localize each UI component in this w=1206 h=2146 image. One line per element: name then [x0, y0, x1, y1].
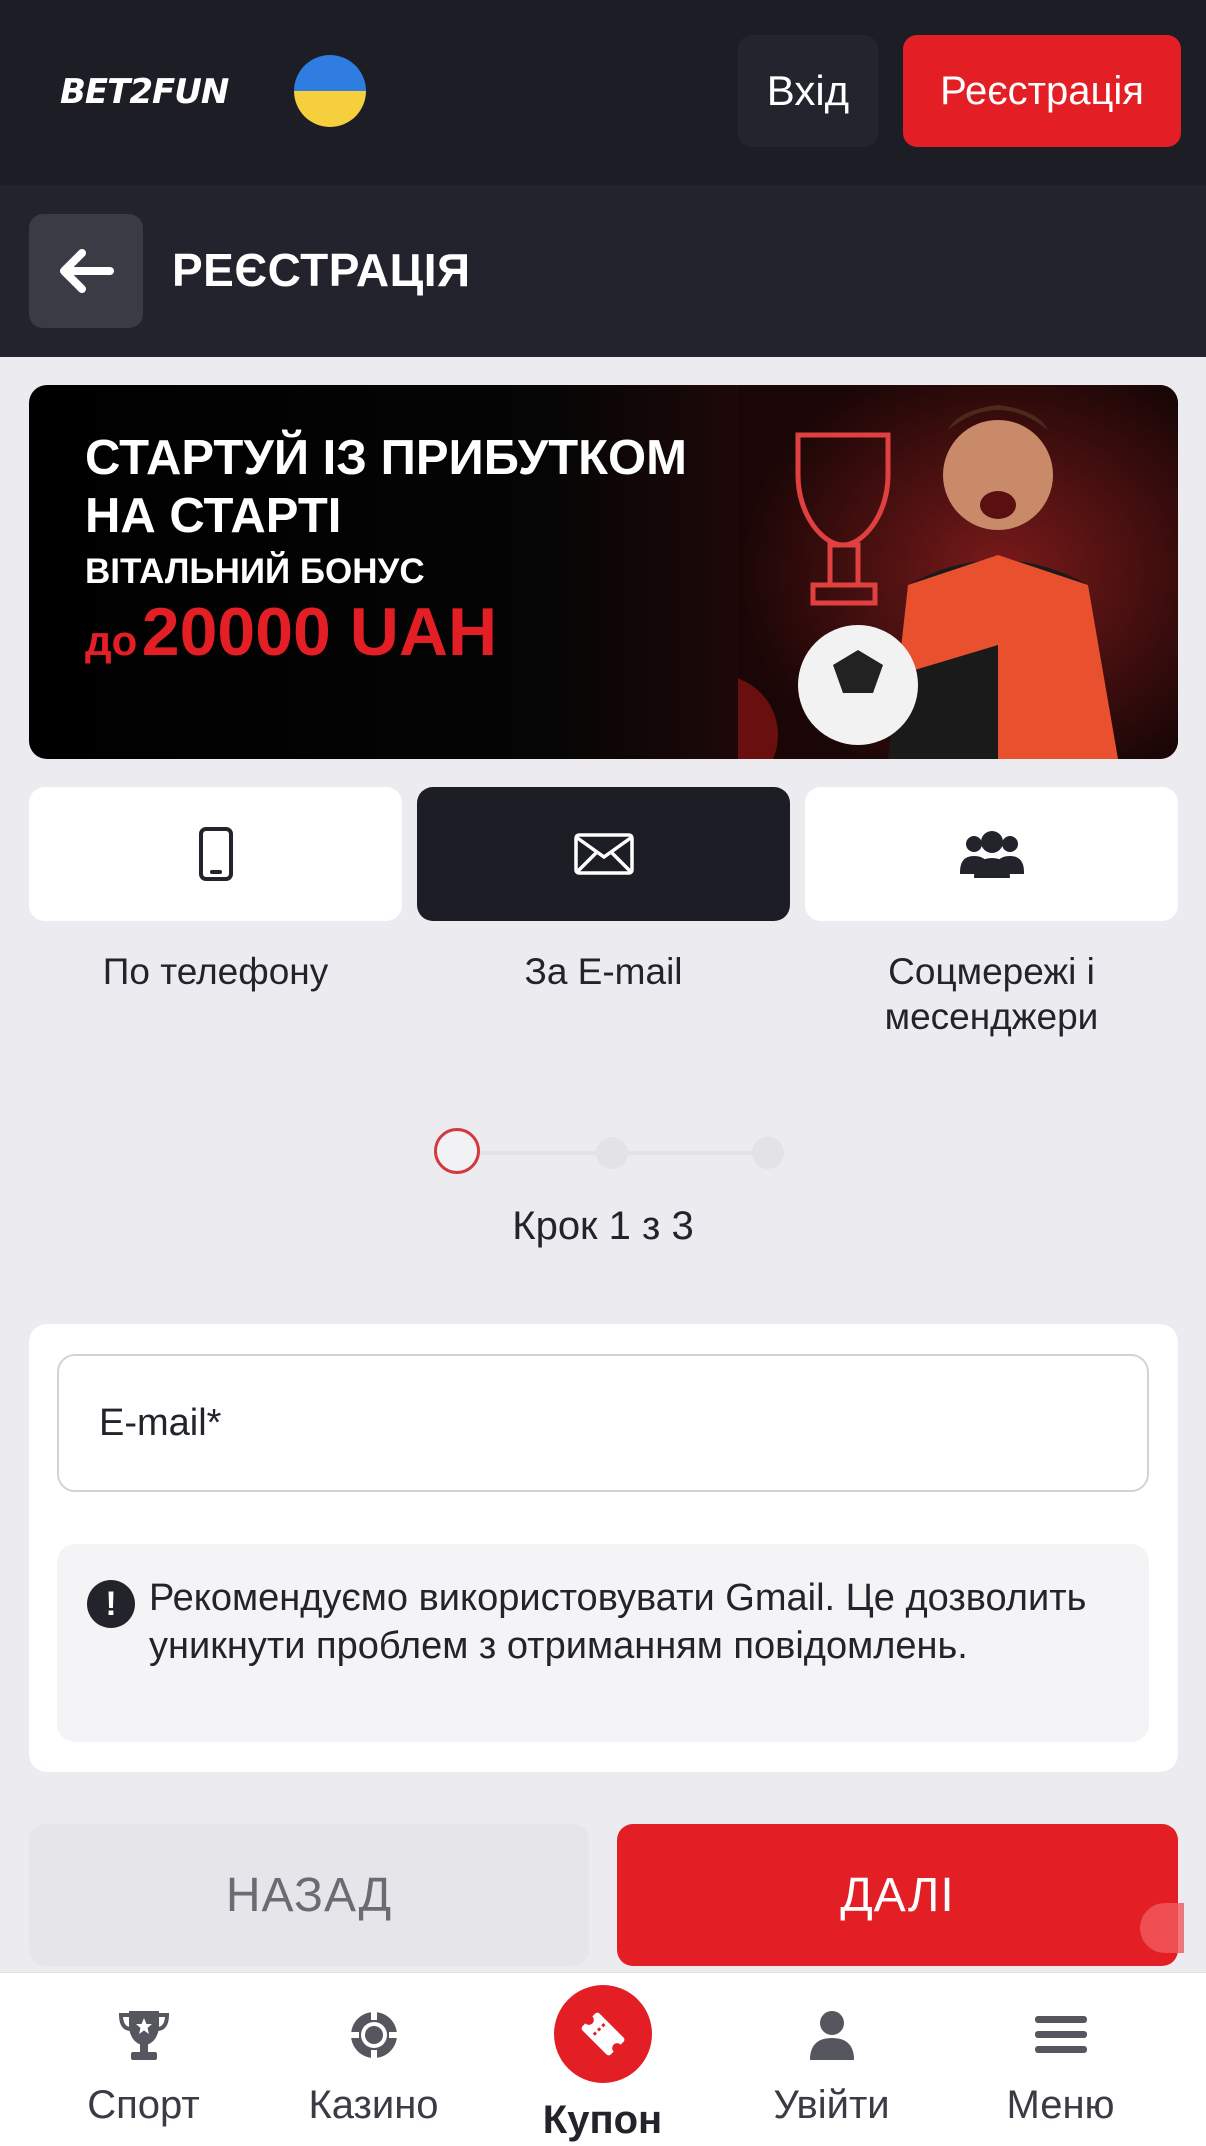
phone-icon: [198, 827, 233, 881]
email-field[interactable]: [57, 1354, 1149, 1492]
register-button[interactable]: Реєстрація: [903, 35, 1181, 147]
back-arrow-button[interactable]: [29, 214, 143, 328]
users-icon: [959, 831, 1024, 878]
hamburger-menu-icon: [1034, 2016, 1087, 2053]
title-bar: РЕЄСТРАЦІЯ: [0, 185, 1206, 357]
nav-item-coupon[interactable]: Купон: [482, 1973, 723, 2146]
back-button[interactable]: НАЗАД: [29, 1824, 589, 1966]
envelope-icon: [573, 833, 634, 875]
method-phone-tab[interactable]: [29, 787, 402, 921]
ukraine-flag-icon[interactable]: [294, 55, 366, 127]
brand-logo[interactable]: BET2FUN: [60, 72, 229, 112]
notice-text: Рекомендуємо використовувати Gmail. Це д…: [149, 1577, 1087, 1667]
step-dot-1: [434, 1128, 480, 1174]
bottom-navigation: Спорт Казино Купон Увійти Меню: [0, 1972, 1206, 2146]
trophy-icon: [118, 2011, 169, 2060]
step-dot-2: [596, 1137, 628, 1169]
method-social-tab[interactable]: [805, 787, 1178, 921]
step-counter: Крок 1 з 3: [512, 1204, 694, 1248]
gmail-notice: ! Рекомендуємо використовувати Gmail. Це…: [57, 1544, 1149, 1742]
banner-headline: СТАРТУЙ ІЗ ПРИБУТКОМ НА СТАРТІ: [85, 431, 687, 543]
floating-tab-edge[interactable]: [1140, 1903, 1184, 1953]
casino-chip-icon: [350, 2012, 397, 2058]
exclamation-icon: !: [87, 1580, 135, 1628]
promo-banner[interactable]: СТАРТУЙ ІЗ ПРИБУТКОМ НА СТАРТІ ВІТАЛЬНИЙ…: [29, 385, 1178, 759]
login-button[interactable]: Вхід: [738, 35, 878, 147]
nav-item-menu[interactable]: Меню: [940, 1973, 1181, 2146]
arrow-left-icon: [60, 249, 114, 293]
method-social-label: Соцмережі і месенджери: [884, 951, 1099, 1037]
method-phone-label: По телефону: [102, 951, 329, 992]
email-form-card: ! Рекомендуємо використовувати Gmail. Це…: [29, 1324, 1178, 1772]
banner-subheadline: ВІТАЛЬНИЙ БОНУС: [85, 552, 425, 591]
ticket-icon: [581, 2012, 625, 2056]
page-title: РЕЄСТРАЦІЯ: [172, 244, 471, 296]
nav-item-casino[interactable]: Казино: [253, 1973, 494, 2146]
method-email-tab[interactable]: [417, 787, 790, 921]
next-button[interactable]: ДАЛІ: [617, 1824, 1178, 1966]
top-bar: BET2FUN Вхід Реєстрація: [0, 0, 1206, 185]
nav-item-sport[interactable]: Спорт: [23, 1973, 264, 2146]
banner-bonus-amount: до 20000 UAH: [85, 594, 498, 670]
method-email-label: За E-mail: [524, 951, 683, 992]
nav-item-login[interactable]: Увійти: [711, 1973, 952, 2146]
football-player-illustration: [738, 385, 1178, 759]
user-icon: [809, 2011, 854, 2060]
step-dot-3: [752, 1137, 784, 1169]
